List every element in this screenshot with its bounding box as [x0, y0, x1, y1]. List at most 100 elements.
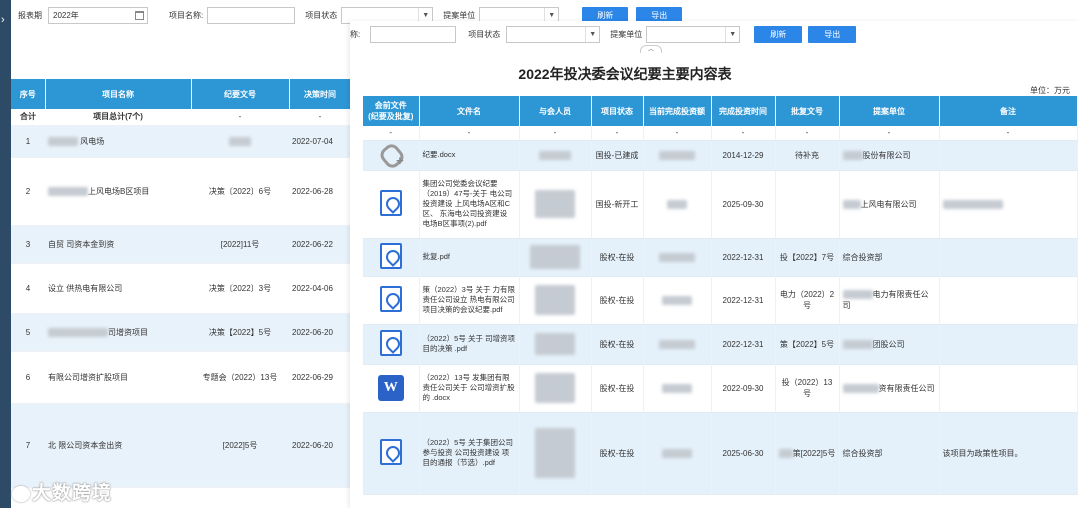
chevron-down-icon: ▼ [585, 27, 599, 42]
word-icon[interactable]: W [377, 375, 404, 401]
chevron-right-icon: › [1, 14, 5, 26]
summary-cell: - [591, 126, 644, 141]
decision-date-cell: 2022-07-04 [289, 125, 351, 158]
column-header[interactable]: 当前完成投资额 [643, 96, 712, 126]
column-header[interactable]: 与会人员 [519, 96, 592, 126]
pdf-icon[interactable] [379, 286, 402, 312]
table-row[interactable]: 纪要.docx 国投-已建成 2014-12-29 待补充 股份有限公司 [363, 140, 1078, 171]
table-row[interactable]: 5 司增资项目 决策【2022】5号 2022-06-20 [11, 313, 351, 352]
column-header[interactable]: 会前文件 (纪要及批复) [363, 96, 420, 126]
row-number: 7 [11, 403, 45, 488]
total-doc: - [191, 109, 289, 126]
watermark-logo-icon [12, 485, 30, 502]
table-row[interactable]: （2022）5号 关于集团公司参与投资 公司投资建设 项目的通报（节选）.pdf… [363, 412, 1078, 495]
complete-time-cell: 2022-12-31 [711, 238, 776, 277]
note-cell [939, 170, 1078, 239]
row-number: 4 [11, 263, 45, 314]
attachment-cell[interactable] [363, 324, 420, 365]
table-header-row: 会前文件 (纪要及批复) 文件名 与会人员 项目状态 当前完成投资额 完成投资时… [363, 96, 1078, 126]
proposer-select[interactable]: ▼ [646, 26, 741, 43]
refresh-button[interactable]: 刷新 [754, 26, 803, 43]
export-button[interactable]: 导出 [808, 26, 857, 43]
project-status-label: 项目状态 [468, 30, 501, 39]
note-cell [939, 238, 1078, 277]
table-row[interactable]: 3 自贸 司资本金到资 [2022]11号 2022-06-22 [11, 225, 351, 264]
approval-cell: 电力（2022）2号 [775, 276, 840, 325]
project-status-select[interactable]: ▼ [506, 26, 601, 43]
pdf-icon[interactable] [379, 330, 402, 356]
attachment-cell[interactable] [363, 140, 420, 171]
attachment-cell[interactable] [363, 276, 420, 325]
paperclip-icon[interactable] [378, 143, 404, 168]
decision-date-cell: 2022-06-20 [289, 313, 351, 352]
attachment-cell[interactable] [363, 170, 420, 239]
table-row[interactable]: 批复.pdf 股权-在投 2022-12-31 投【2022】7号 综合投资部 [363, 238, 1078, 277]
column-header[interactable]: 决策时间 [289, 79, 352, 109]
calendar-icon[interactable] [135, 11, 144, 20]
column-header[interactable]: 序号 [11, 79, 46, 109]
file-name-link[interactable]: （2022）13号 发集团有限责任公司关于 公司增资扩股的 .docx [419, 364, 520, 413]
row-number: 1 [11, 125, 45, 158]
file-name-link[interactable]: 批复.pdf [419, 238, 520, 277]
table-row[interactable]: 2 上风电场B区项目 决策〔2022〕6号 2022-06-28 [11, 157, 351, 226]
row-number: 6 [11, 351, 45, 404]
file-name-link[interactable]: 纪要.docx [419, 140, 520, 171]
project-name-input[interactable] [207, 7, 296, 24]
file-name-link[interactable]: （2022）5号 关于集团公司参与投资 公司投资建设 项目的通报（节选）.pdf [419, 412, 520, 495]
attachment-cell[interactable]: W [363, 364, 420, 413]
attendees-cell [519, 276, 592, 325]
summary-cell: - [939, 126, 1078, 141]
period-input[interactable]: 2022年 [48, 7, 148, 24]
table-row[interactable]: 1 风电场 2022-07-04 [11, 125, 351, 158]
approval-cell: 投（2022）13号 [775, 364, 840, 413]
table-row[interactable]: （2022）5号 关于 司增资项目的决策 .pdf 股权-在投 2022-12-… [363, 324, 1078, 365]
doc-number-cell: 专题会（2022）13号 [191, 351, 289, 404]
column-header[interactable]: 文件名 [419, 96, 520, 126]
summary-cell: - [775, 126, 840, 141]
column-header[interactable]: 项目名称 [45, 79, 192, 109]
proposer-label: 提案单位 [610, 30, 643, 39]
file-name-link[interactable]: （2022）5号 关于 司增资项目的决策 .pdf [419, 324, 520, 365]
note-cell: 该项目为政策性项目。 [939, 412, 1078, 495]
collapse-toggle[interactable]: ︿ [640, 45, 662, 53]
summary-cell: - [711, 126, 776, 141]
attachment-cell[interactable] [363, 412, 420, 495]
decision-date-cell: 2022-06-20 [289, 403, 351, 488]
file-name-link[interactable]: 集团公司党委会议纪要（2019）47号-关于 电公司投资建设 上风电场A区和C区… [419, 170, 520, 239]
proposer-cell: 团股公司 [839, 324, 940, 365]
sidebar-toggle[interactable]: › [0, 0, 11, 508]
column-header[interactable]: 纪要文号 [191, 79, 290, 109]
table-row[interactable]: W （2022）13号 发集团有限责任公司关于 公司增资扩股的 .docx 股权… [363, 364, 1078, 413]
proposer-label: 提案单位 [443, 11, 476, 20]
table-row[interactable]: 集团公司党委会议纪要（2019）47号-关于 电公司投资建设 上风电场A区和C区… [363, 170, 1078, 239]
column-header[interactable]: 项目状态 [591, 96, 644, 126]
doc-number-cell: 决策〔2022〕3号 [191, 263, 289, 314]
table-row[interactable]: 6 有限公司增资扩股项目 专题会（2022）13号 2022-06-29 [11, 351, 351, 404]
pdf-icon[interactable] [379, 243, 402, 269]
name-input[interactable] [370, 26, 457, 43]
complete-time-cell: 2025-06-30 [711, 412, 776, 495]
proposer-cell: 资有限责任公司 [839, 364, 940, 413]
file-name-link[interactable]: 策（2022）3号 关于 力有限责任公司设立 热电有限公司项目决策的会议纪要.p… [419, 276, 520, 325]
front-filter-bar: 称: 项目状态 ▼ 提案单位 ▼ 刷新 导出 [350, 26, 857, 43]
table-row[interactable]: 4 设立 供热电有限公司 决策〔2022〕3号 2022-04-06 [11, 263, 351, 314]
note-cell [939, 140, 1078, 171]
column-header[interactable]: 批复文号 [775, 96, 840, 126]
project-name-label: 项目名称: [169, 11, 204, 20]
complete-time-cell: 2022-09-30 [711, 364, 776, 413]
decision-date-cell: 2022-06-22 [289, 225, 351, 264]
project-status-label: 项目状态 [305, 11, 338, 20]
column-header[interactable]: 完成投资时间 [711, 96, 776, 126]
table-row[interactable]: 7 北 限公司资本金出资 [2022]5号 2022-06-20 [11, 403, 351, 488]
table-row[interactable]: 策（2022）3号 关于 力有限责任公司设立 热电有限公司项目决策的会议纪要.p… [363, 276, 1078, 325]
pdf-icon[interactable] [379, 439, 402, 465]
status-cell: 股权-在投 [591, 238, 644, 277]
attachment-cell[interactable] [363, 238, 420, 277]
decision-date-cell: 2022-04-06 [289, 263, 351, 314]
column-header[interactable]: 备注 [939, 96, 1078, 126]
pdf-icon[interactable] [379, 190, 402, 216]
summary-cell: - [643, 126, 712, 141]
column-header[interactable]: 提案单位 [839, 96, 940, 126]
row-number: 3 [11, 225, 45, 264]
status-cell: 股权-在投 [591, 276, 644, 325]
